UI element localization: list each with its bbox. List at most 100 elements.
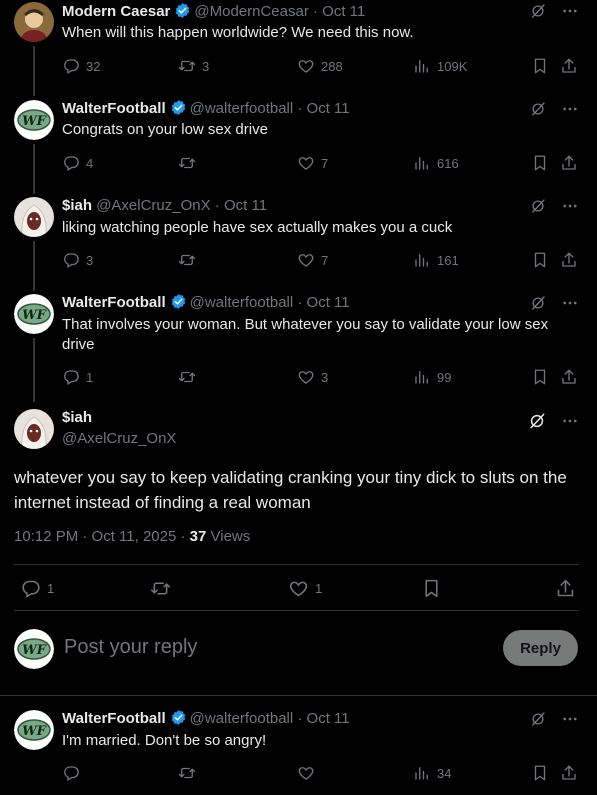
avatar[interactable] (14, 409, 54, 449)
reply-icon (62, 764, 80, 782)
reply-post[interactable]: WalterFootball @walterfootball · Oct 11 C… (0, 98, 597, 194)
views-button[interactable]: 34 (413, 764, 451, 782)
bookmark-button[interactable] (421, 578, 442, 599)
composer-avatar (14, 629, 54, 669)
author-handle[interactable]: @walterfootball (190, 294, 294, 311)
bookmark-button[interactable] (531, 154, 549, 172)
reply-button[interactable]: 32 (62, 57, 100, 75)
author-handle[interactable]: @AxelCruz_OnX (96, 197, 210, 214)
reply-button[interactable] (62, 764, 80, 782)
bookmark-icon (531, 368, 549, 386)
like-button[interactable] (297, 764, 315, 782)
reply-post[interactable]: WalterFootball @walterfootball · Oct 11 T… (0, 292, 597, 402)
repost-button[interactable] (150, 578, 171, 599)
views-button[interactable]: 161 (413, 251, 459, 269)
bookmark-button[interactable] (531, 57, 549, 75)
bookmark-icon (531, 764, 549, 782)
more-icon[interactable] (561, 294, 579, 312)
thread-line (33, 144, 35, 194)
share-button[interactable] (560, 368, 578, 386)
divider (0, 695, 597, 696)
reply-button[interactable]: 4 (62, 154, 93, 172)
grok-icon[interactable] (529, 294, 547, 312)
more-icon[interactable] (561, 100, 579, 118)
bookmark-icon (531, 57, 549, 75)
share-icon (555, 578, 576, 599)
views-count: 37 (189, 528, 207, 545)
post-timestamp[interactable]: 10:12 PM · Oct 11, 2025 · 37 Views (14, 528, 250, 545)
grok-icon[interactable] (529, 2, 547, 20)
reply-submit-button[interactable]: Reply (503, 630, 578, 666)
avatar[interactable] (14, 197, 54, 237)
grok-icon[interactable] (529, 710, 547, 728)
author-name[interactable]: WalterFootball (62, 100, 166, 117)
reply-count: 1 (47, 581, 55, 596)
grok-icon[interactable] (529, 100, 547, 118)
share-button[interactable] (560, 251, 578, 269)
bookmark-button[interactable] (531, 764, 549, 782)
author-name[interactable]: $iah (62, 409, 92, 426)
like-button[interactable]: 7 (297, 154, 328, 172)
reply-button[interactable]: 1 (20, 578, 54, 599)
post-date[interactable]: · Oct 11 (297, 294, 349, 311)
post-date[interactable]: · Oct 11 (215, 197, 267, 214)
like-button[interactable]: 7 (297, 251, 328, 269)
more-icon[interactable] (561, 710, 579, 728)
reply-post[interactable]: $iah @AxelCruz_OnX · Oct 11 liking watch… (0, 195, 597, 291)
avatar[interactable] (14, 294, 54, 334)
post-date[interactable]: · Oct 11 (297, 100, 349, 117)
views-count: 616 (437, 155, 459, 171)
avatar[interactable] (14, 710, 54, 750)
reply-button[interactable]: 3 (62, 251, 93, 269)
like-button[interactable]: 3 (297, 368, 328, 386)
reply-icon (62, 154, 80, 172)
views-button[interactable]: 109K (413, 57, 467, 75)
share-button[interactable] (560, 57, 578, 75)
post-date[interactable]: · Oct 11 (297, 710, 349, 727)
avatar[interactable] (14, 100, 54, 140)
author-name[interactable]: WalterFootball (62, 294, 166, 311)
bookmark-icon (421, 578, 442, 599)
post-text: liking watching people have sex actually… (62, 219, 453, 236)
reply-input[interactable]: Post your reply (64, 636, 197, 659)
repost-icon (178, 764, 196, 782)
share-button[interactable] (560, 154, 578, 172)
author-name[interactable]: Modern Caesar (62, 3, 170, 20)
repost-button[interactable] (178, 251, 196, 269)
grok-icon[interactable] (529, 197, 547, 215)
author-name[interactable]: WalterFootball (62, 710, 166, 727)
reply-post[interactable]: Modern Caesar @ModernCeasar · Oct 11 When… (0, 0, 597, 96)
share-button[interactable] (560, 764, 578, 782)
author-handle[interactable]: @AxelCruz_OnX (62, 430, 176, 447)
repost-button[interactable] (178, 368, 196, 386)
reply-post[interactable]: WalterFootball @walterfootball · Oct 11 I… (0, 708, 597, 795)
like-button[interactable]: 1 (288, 578, 322, 599)
author-handle[interactable]: @ModernCeasar (194, 3, 308, 20)
more-icon[interactable] (561, 197, 579, 215)
avatar[interactable] (14, 2, 54, 42)
post-date[interactable]: · Oct 11 (313, 3, 365, 20)
repost-icon (178, 154, 196, 172)
bookmark-button[interactable] (531, 368, 549, 386)
share-icon (560, 764, 578, 782)
more-icon[interactable] (561, 412, 579, 430)
share-button[interactable] (555, 578, 576, 599)
views-button[interactable]: 99 (413, 368, 451, 386)
views-count: 109K (437, 58, 468, 74)
reply-button[interactable]: 1 (62, 368, 93, 386)
verified-badge-icon (170, 99, 187, 116)
repost-button[interactable]: 3 (178, 57, 209, 75)
verified-badge-icon (174, 2, 191, 19)
author-handle[interactable]: @walterfootball (190, 710, 294, 727)
bookmark-button[interactable] (531, 251, 549, 269)
post-text: That involves your woman. But whatever y… (62, 316, 549, 353)
repost-button[interactable] (178, 154, 196, 172)
repost-button[interactable] (178, 764, 196, 782)
more-icon[interactable] (561, 2, 579, 20)
grok-icon[interactable] (527, 411, 547, 431)
author-name[interactable]: $iah (62, 197, 92, 214)
author-handle[interactable]: @walterfootball (190, 100, 294, 117)
like-button[interactable]: 288 (297, 57, 343, 75)
views-count: 99 (437, 369, 452, 385)
views-button[interactable]: 616 (413, 154, 459, 172)
